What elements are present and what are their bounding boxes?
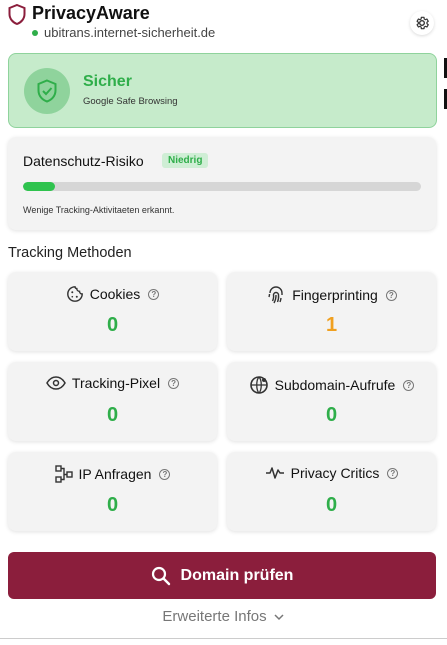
network-icon — [54, 465, 73, 483]
gear-icon — [416, 16, 429, 30]
cookie-icon — [66, 286, 83, 302]
eye-icon — [46, 376, 66, 390]
tracking-tile-ip[interactable]: IP Anfragen ? 0 — [8, 452, 217, 531]
info-icon[interactable]: ? — [159, 468, 171, 480]
info-icon[interactable]: ? — [148, 288, 160, 300]
tile-label: Cookies — [89, 286, 141, 302]
shield-check-icon — [37, 79, 57, 103]
info-icon[interactable]: ? — [385, 289, 397, 301]
info-icon[interactable]: ? — [387, 467, 399, 479]
fingerprint-icon — [268, 286, 283, 304]
tile-value: 0 — [106, 494, 119, 516]
risk-title: Datenschutz-Risiko — [23, 153, 144, 169]
domain-label: ubitrans.internet-sicherheit.de — [44, 25, 216, 40]
status-dot-icon — [32, 29, 38, 36]
settings-button[interactable] — [410, 11, 434, 35]
tile-label: Privacy Critics — [290, 465, 380, 481]
tile-label: Fingerprinting — [292, 287, 378, 303]
risk-progress-bar — [23, 182, 421, 191]
tile-value: 1 — [325, 314, 338, 336]
check-domain-label: Domain prüfen — [180, 566, 294, 584]
current-domain: ubitrans.internet-sicherheit.de — [32, 25, 215, 40]
pulse-icon — [265, 467, 284, 479]
globe-icon — [249, 376, 268, 394]
tracking-tile-critics[interactable]: Privacy Critics ? 0 — [227, 452, 436, 531]
risk-level-badge: Niedrig — [162, 153, 209, 168]
tile-value: 0 — [106, 314, 119, 336]
tile-value: 0 — [325, 404, 338, 426]
chevron-down-icon — [274, 613, 284, 620]
bottom-divider — [0, 638, 447, 639]
info-icon[interactable]: ? — [403, 379, 415, 391]
safety-status-card: Sicher Google Safe Browsing — [8, 53, 437, 128]
tile-label: Subdomain-Aufrufe — [274, 377, 396, 393]
tracking-tile-subdomain[interactable]: Subdomain-Aufrufe ? 0 — [227, 362, 436, 441]
tracking-tile-pixel[interactable]: Tracking-Pixel ? 0 — [8, 362, 217, 441]
tracking-tile-fingerprinting[interactable]: Fingerprinting ? 1 — [227, 272, 436, 351]
shield-logo-icon — [8, 4, 26, 25]
tile-value: 0 — [106, 404, 119, 426]
shield-check-icon-container — [24, 68, 70, 114]
privacy-risk-card: Datenschutz-Risiko Niedrig Wenige Tracki… — [8, 137, 436, 230]
tile-label: IP Anfragen — [78, 466, 152, 482]
search-icon — [151, 566, 170, 585]
tile-label: Tracking-Pixel — [71, 375, 161, 391]
header: PrivacyAware ubitrans.internet-sicherhei… — [0, 0, 447, 46]
tile-value: 0 — [325, 494, 338, 516]
risk-description: Wenige Tracking-Aktivitaeten erkannt. — [23, 205, 175, 215]
info-icon[interactable]: ? — [168, 377, 180, 389]
advanced-info-toggle[interactable]: Erweiterte Infos — [0, 608, 447, 625]
tracking-section-title: Tracking Methoden — [8, 245, 132, 261]
app-title: PrivacyAware — [32, 3, 150, 23]
safety-title: Sicher — [83, 73, 132, 90]
risk-progress-fill — [23, 182, 55, 191]
tracking-tile-cookies[interactable]: Cookies ? 0 — [8, 272, 217, 351]
safety-source: Google Safe Browsing — [83, 96, 178, 107]
advanced-info-label: Erweiterte Infos — [162, 608, 267, 625]
check-domain-button[interactable]: Domain prüfen — [8, 552, 436, 599]
